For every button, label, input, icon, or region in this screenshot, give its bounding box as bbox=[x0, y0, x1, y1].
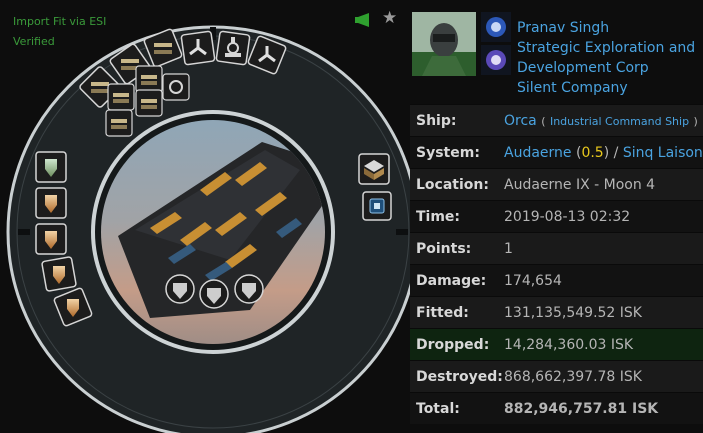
drone-slot-2[interactable] bbox=[199, 279, 229, 309]
mid-slot-4[interactable] bbox=[41, 256, 77, 292]
pilot-portrait[interactable] bbox=[412, 12, 476, 76]
pilot-name-link[interactable]: Pranav Singh bbox=[517, 18, 609, 38]
dropped-row: Dropped: 14,284,360.03 ISK bbox=[410, 328, 703, 360]
drone-slot-1[interactable] bbox=[165, 274, 195, 304]
killmail-details: Pranav Singh Strategic Exploration and D… bbox=[410, 0, 703, 433]
ship-group-close: ) bbox=[693, 114, 698, 128]
time-value: 2019-08-13 02:32 bbox=[504, 208, 631, 225]
points-row: Points: 1 bbox=[410, 232, 703, 264]
alliance-name-link[interactable]: Silent Company bbox=[517, 78, 628, 98]
rig-slot-1[interactable] bbox=[358, 153, 390, 185]
destroyed-row: Destroyed: 868,662,397.78 ISK bbox=[410, 360, 703, 392]
ship-group-link[interactable]: Industrial Command Ship bbox=[550, 115, 689, 128]
inner-module-3[interactable] bbox=[105, 109, 133, 137]
ship-group-open: ( bbox=[541, 114, 546, 128]
damage-label: Damage: bbox=[416, 272, 487, 289]
high-slot-3[interactable] bbox=[215, 30, 251, 66]
dropped-value: 14,284,360.03 ISK bbox=[504, 336, 634, 353]
mid-slot-1[interactable] bbox=[35, 151, 67, 183]
total-value: 882,946,757.81 ISK bbox=[504, 400, 659, 417]
fitted-value: 131,135,549.52 ISK bbox=[504, 304, 642, 321]
system-separator: / bbox=[613, 144, 619, 161]
system-label: System: bbox=[416, 144, 480, 161]
ship-name-link[interactable]: Orca bbox=[504, 113, 537, 129]
inner-module-1[interactable] bbox=[107, 83, 135, 111]
damage-row: Damage: 174,654 bbox=[410, 264, 703, 296]
system-row: System: Audaerne (0.5) / Sinq Laison bbox=[410, 136, 703, 168]
mid-slot-2[interactable] bbox=[35, 187, 67, 219]
ship-label: Ship: bbox=[416, 112, 457, 129]
destroyed-value: 868,662,397.78 ISK bbox=[504, 368, 642, 385]
points-label: Points: bbox=[416, 240, 472, 257]
total-row: Total: 882,946,757.81 ISK bbox=[410, 392, 703, 424]
corp-logo[interactable] bbox=[481, 12, 511, 42]
rig-slot-2[interactable] bbox=[362, 191, 392, 221]
high-slot-2[interactable] bbox=[180, 30, 216, 66]
region-link[interactable]: Sinq Laison bbox=[623, 145, 703, 161]
location-row: Location: Audaerne IX - Moon 4 bbox=[410, 168, 703, 200]
details-table: Ship: Orca ( Industrial Command Ship ) S… bbox=[410, 104, 703, 424]
corp-name-link[interactable]: Strategic Exploration and Development Co… bbox=[517, 38, 703, 78]
system-name-link[interactable]: Audaerne bbox=[504, 145, 572, 161]
victim-header: Pranav Singh Strategic Exploration and D… bbox=[410, 0, 703, 103]
alliance-logo[interactable] bbox=[481, 45, 511, 75]
inner-module-5[interactable] bbox=[162, 73, 190, 101]
inner-module-2[interactable] bbox=[135, 65, 163, 93]
mid-slot-3[interactable] bbox=[35, 223, 67, 255]
security-status: 0.5 bbox=[581, 144, 604, 161]
fitting-panel: Import Fit via ESI Verified ★ bbox=[0, 0, 410, 433]
inner-module-4[interactable] bbox=[135, 89, 163, 117]
location-label: Location: bbox=[416, 176, 489, 193]
total-label: Total: bbox=[416, 400, 460, 417]
fitted-row: Fitted: 131,135,549.52 ISK bbox=[410, 296, 703, 328]
destroyed-label: Destroyed: bbox=[416, 368, 503, 385]
fitted-label: Fitted: bbox=[416, 304, 469, 321]
system-sec-close: ) bbox=[603, 144, 610, 161]
damage-value: 174,654 bbox=[504, 272, 562, 289]
drone-slot-3[interactable] bbox=[234, 274, 264, 304]
time-label: Time: bbox=[416, 208, 461, 225]
points-value: 1 bbox=[504, 240, 513, 257]
fitting-wheel bbox=[6, 25, 410, 433]
location-link[interactable]: Audaerne IX - Moon 4 bbox=[504, 177, 655, 193]
time-row: Time: 2019-08-13 02:32 bbox=[410, 200, 703, 232]
dropped-label: Dropped: bbox=[416, 336, 490, 353]
ship-row: Ship: Orca ( Industrial Command Ship ) bbox=[410, 104, 703, 136]
